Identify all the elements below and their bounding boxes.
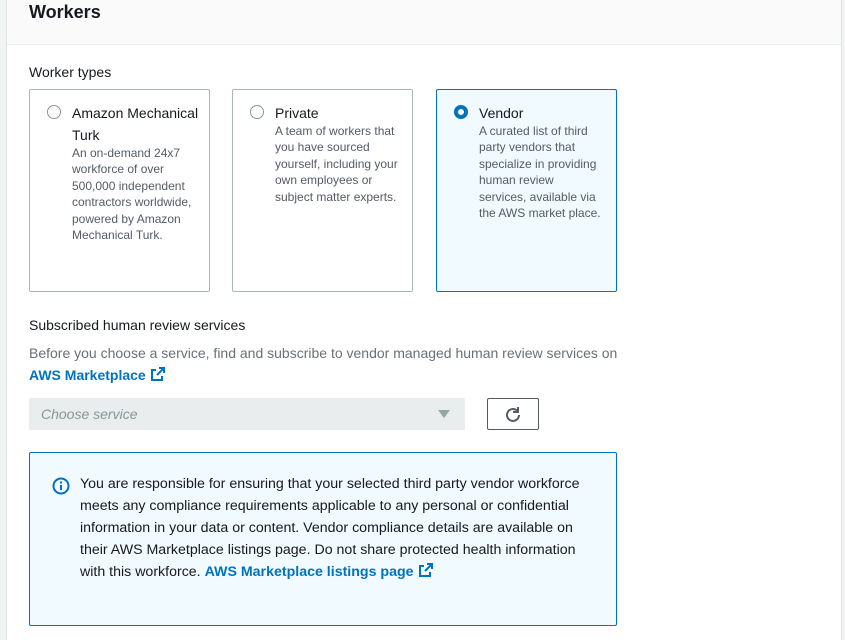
aws-marketplace-link[interactable]: AWS Marketplace: [29, 367, 166, 383]
help-text-prefix: Before you choose a service, find and su…: [29, 345, 618, 361]
panel-header: Workers: [7, 0, 841, 45]
worker-type-mturk-tile[interactable]: Amazon Mechanical Turk An on-demand 24x7…: [29, 89, 210, 292]
caret-down-icon: [438, 410, 450, 418]
worker-type-vendor-tile[interactable]: Vendor A curated list of third party ven…: [436, 89, 617, 292]
aws-marketplace-link-label: AWS Marketplace: [29, 367, 146, 383]
vendor-title: Vendor: [479, 105, 524, 121]
private-description: A team of workers that you have sourced …: [275, 124, 398, 204]
workers-panel: Workers Worker types Amazon Mechanical T…: [6, 0, 842, 640]
mturk-description: An on-demand 24x7 workforce of over 500,…: [72, 146, 192, 243]
worker-types-label: Worker types: [29, 64, 112, 80]
panel-title: Workers: [29, 2, 101, 22]
alert-message: You are responsible for ensuring that yo…: [80, 473, 600, 585]
info-icon: [52, 477, 70, 500]
subscribed-services-label: Subscribed human review services: [29, 317, 246, 333]
choose-service-placeholder: Choose service: [41, 406, 138, 422]
subscribed-help-text: Before you choose a service, find and su…: [29, 342, 619, 388]
vendor-description: A curated list of third party vendors th…: [479, 124, 601, 221]
refresh-button[interactable]: [487, 398, 539, 430]
worker-type-private-tile[interactable]: Private A team of workers that you have …: [232, 89, 413, 292]
refresh-icon: [506, 407, 520, 422]
vendor-compliance-alert: You are responsible for ensuring that yo…: [29, 452, 617, 626]
vendor-radio[interactable]: [454, 105, 468, 119]
private-title: Private: [275, 105, 319, 121]
external-link-icon: [418, 562, 434, 585]
private-radio[interactable]: [250, 105, 264, 119]
mturk-title: Amazon Mechanical Turk: [72, 105, 199, 143]
mturk-radio[interactable]: [47, 105, 61, 119]
listings-link-label: AWS Marketplace listings page: [204, 564, 414, 580]
choose-service-select[interactable]: Choose service: [29, 398, 465, 430]
external-link-icon: [150, 366, 166, 388]
aws-marketplace-listings-link[interactable]: AWS Marketplace listings page: [204, 563, 434, 580]
